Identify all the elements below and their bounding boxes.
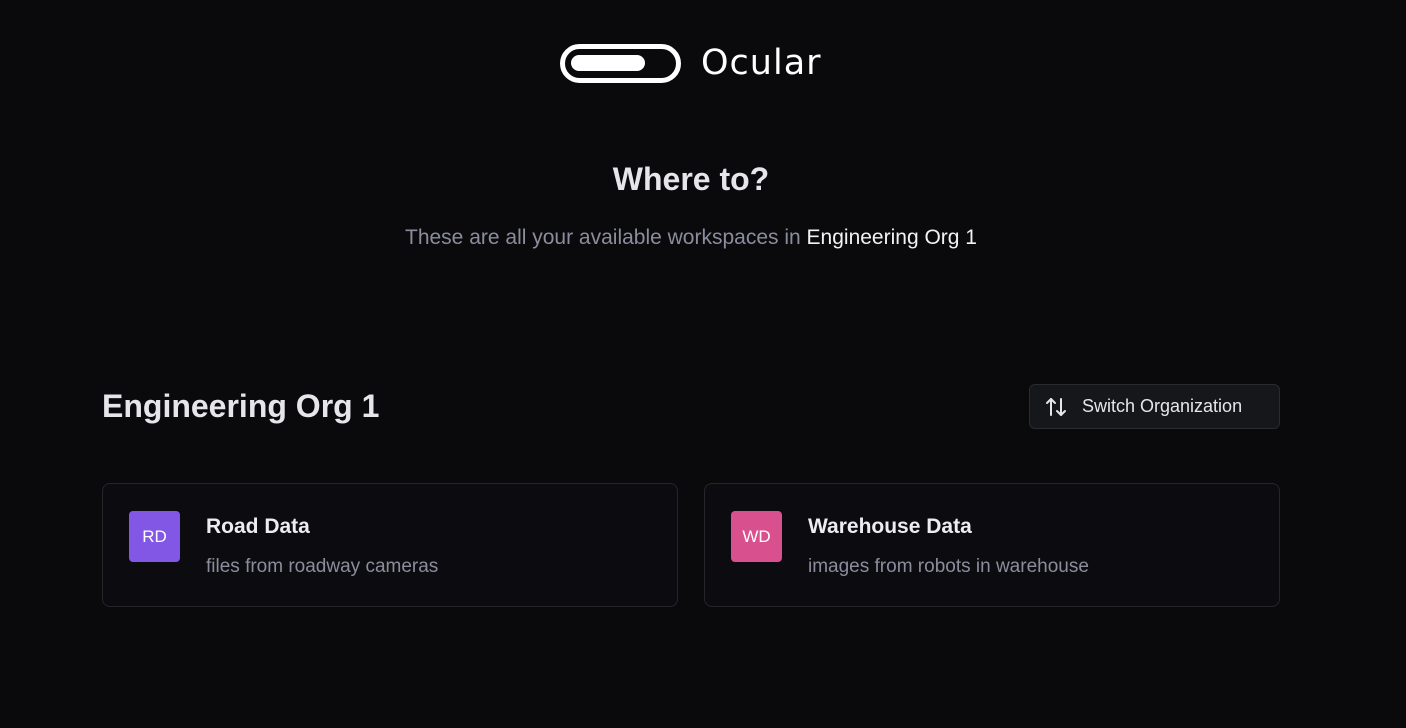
workspace-card-warehouse-data[interactable]: WD Warehouse Data images from robots in … <box>704 483 1280 607</box>
workspace-description: images from robots in warehouse <box>808 556 1089 577</box>
subtitle-text: These are all your available workspaces … <box>405 226 807 249</box>
workspace-card-road-data[interactable]: RD Road Data files from roadway cameras <box>102 483 678 607</box>
workspace-avatar: RD <box>129 511 180 562</box>
swap-vertical-arrows-icon <box>1044 395 1068 419</box>
subtitle-org-name: Engineering Org 1 <box>806 226 977 249</box>
logo-pill <box>571 54 645 71</box>
workspace-description: files from roadway cameras <box>206 556 439 577</box>
workspace-name: Road Data <box>206 515 310 538</box>
switch-organization-label: Switch Organization <box>1082 396 1243 416</box>
brand-name: Ocular <box>701 43 822 83</box>
page-title: Where to? <box>612 161 770 197</box>
workspace-picker-page: Ocular Where to? These are all your avai… <box>0 0 1406 728</box>
ocular-logo: Ocular <box>560 43 822 83</box>
page-subtitle: These are all your available workspaces … <box>0 224 1382 252</box>
ocular-logo-icon <box>560 43 681 83</box>
workspace-name: Warehouse Data <box>808 515 972 538</box>
organization-title: Engineering Org 1 <box>102 388 380 424</box>
switch-organization-button[interactable]: Switch Organization <box>1029 384 1280 429</box>
workspace-avatar: WD <box>731 511 782 562</box>
